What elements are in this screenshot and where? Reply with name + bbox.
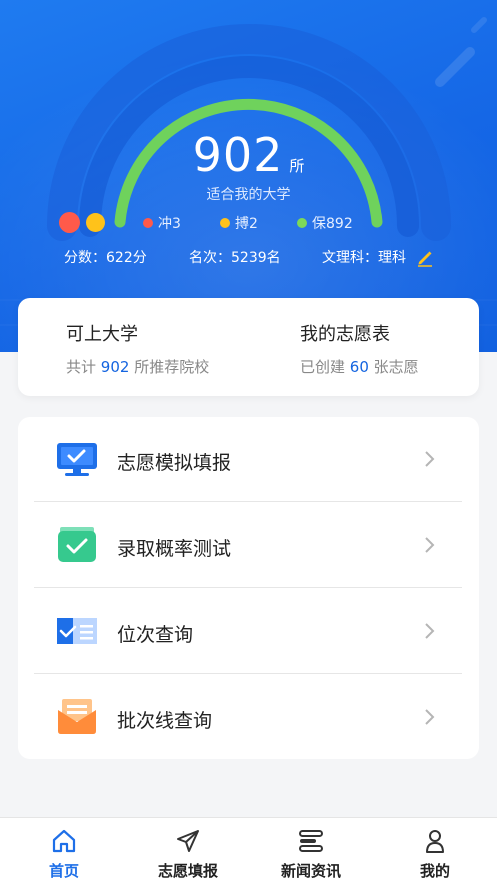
tab-label: 首页 (48, 862, 79, 880)
available-subtitle: 共计 902 所推荐院校 (66, 356, 209, 377)
available-title: 可上大学 (66, 324, 138, 345)
feature-menu: 志愿模拟填报 录取概率测试 位次查询 批次线查询 (18, 417, 479, 759)
tab-label: 新闻资讯 (280, 862, 341, 880)
tab-news[interactable]: 新闻资讯 (249, 818, 373, 883)
news-icon (299, 830, 323, 852)
rank-text: 名次：5239名 (189, 250, 281, 266)
legend-label: 冲3 (158, 216, 181, 232)
user-icon (426, 830, 444, 853)
menu-item-simulated-application[interactable]: 志愿模拟填报 (18, 417, 479, 503)
box-check-icon (58, 527, 96, 562)
legend-dot-icon (220, 218, 230, 228)
count-unit: 所 (289, 157, 305, 175)
wish-list-prefix: 已创建 (300, 358, 346, 376)
tab-label: 我的 (419, 862, 450, 880)
envelope-icon (58, 699, 96, 734)
available-count: 902 (100, 358, 130, 376)
menu-item-batch-line-query[interactable]: 批次线查询 (18, 675, 479, 761)
chevron-right-icon (425, 709, 435, 725)
legend-bo: 搏2 (220, 213, 258, 233)
subject-text[interactable]: 文理科：理科 (322, 247, 406, 267)
divider (34, 587, 462, 588)
tab-application[interactable]: 志愿填报 (126, 818, 250, 883)
tab-label: 志愿填报 (157, 862, 218, 880)
my-wish-list[interactable]: 我的志愿表 已创建 60 张志愿 (300, 320, 419, 377)
menu-label: 位次查询 (117, 624, 194, 646)
legend-chong: 冲3 (143, 213, 181, 233)
wish-list-title: 我的志愿表 (300, 324, 390, 345)
menu-item-admission-probability[interactable]: 录取概率测试 (18, 503, 479, 589)
home-icon (52, 829, 76, 853)
count-subtitle: 适合我的大学 (206, 187, 291, 203)
divider (34, 501, 462, 502)
recommended-count: 902 所 (0, 128, 497, 182)
available-prefix: 共计 (66, 358, 97, 376)
menu-label: 批次线查询 (117, 710, 213, 732)
menu-label: 录取概率测试 (117, 538, 232, 560)
tab-mine[interactable]: 我的 (373, 818, 497, 883)
wish-list-subtitle: 已创建 60 张志愿 (300, 356, 419, 377)
divider (34, 673, 462, 674)
available-universities[interactable]: 可上大学 共计 902 所推荐院校 (66, 320, 209, 377)
legend-label: 搏2 (235, 216, 258, 232)
wish-list-suffix: 张志愿 (373, 358, 419, 376)
summary-card: 可上大学 共计 902 所推荐院校 我的志愿表 已创建 60 张志愿 (18, 298, 479, 396)
available-suffix: 所推荐院校 (134, 358, 210, 376)
menu-label: 志愿模拟填报 (117, 452, 232, 474)
score-text: 分数：622分 (64, 250, 147, 266)
chevron-right-icon (425, 537, 435, 553)
red-dot-icon (59, 212, 80, 233)
menu-item-rank-query[interactable]: 位次查询 (18, 589, 479, 675)
legend-label: 保892 (312, 216, 353, 232)
legend-dot-icon (143, 218, 153, 228)
legend-bao: 保892 (297, 213, 353, 233)
chevron-right-icon (425, 623, 435, 639)
count-number: 902 (192, 128, 284, 182)
tab-home[interactable]: 首页 (2, 818, 126, 883)
edit-pencil-icon[interactable] (416, 249, 434, 267)
monitor-check-icon (57, 443, 97, 476)
wish-list-count: 60 (349, 358, 369, 376)
bottom-tab-bar: 首页 志愿填报 新闻资讯 我的 (0, 817, 497, 883)
chevron-right-icon (425, 451, 435, 467)
send-icon (177, 830, 199, 852)
legend-dot-icon (297, 218, 307, 228)
list-check-icon (57, 618, 97, 644)
yellow-dot-icon (86, 213, 105, 232)
